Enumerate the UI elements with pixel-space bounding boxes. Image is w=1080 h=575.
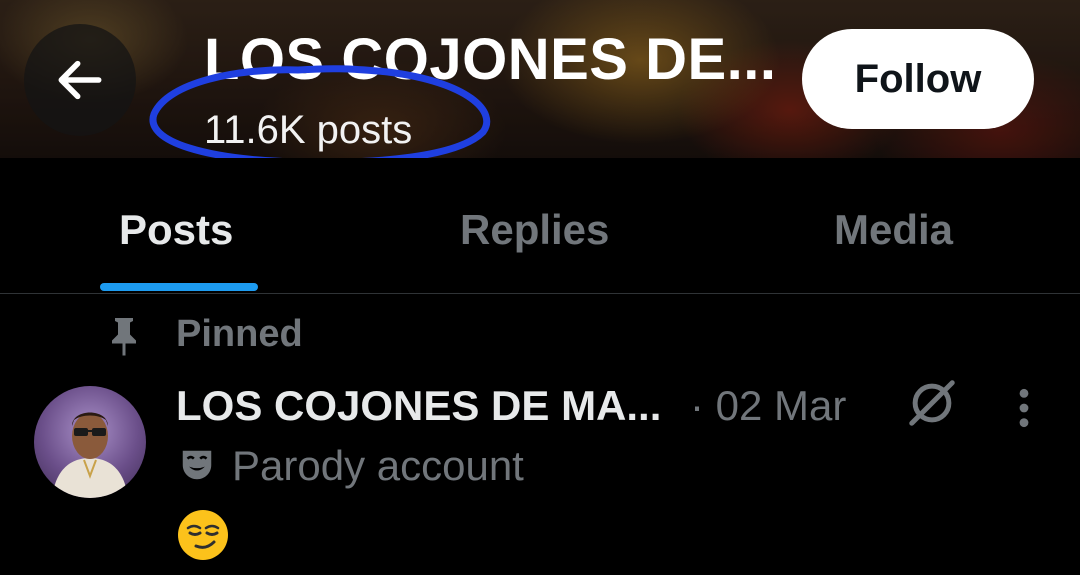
- post-date[interactable]: · 02 Mar: [690, 382, 846, 430]
- pinned-label: Pinned: [176, 313, 303, 355]
- tab-replies[interactable]: Replies: [460, 206, 609, 254]
- post-author-name[interactable]: LOS COJONES DE MA...: [176, 382, 661, 430]
- theater-mask-icon: [182, 450, 212, 480]
- hand-drawn-circle-annotation: [149, 65, 491, 158]
- profile-tabs: Posts Replies Media: [0, 158, 1080, 294]
- back-button[interactable]: [24, 24, 136, 136]
- avatar-image: [52, 412, 128, 498]
- active-tab-indicator: [100, 283, 258, 291]
- more-vertical-icon[interactable]: [1010, 386, 1038, 430]
- avatar[interactable]: [34, 386, 146, 498]
- profile-header: LOS COJONES DE... 11.6K posts Follow: [0, 0, 1080, 158]
- arrow-left-icon: [58, 60, 102, 100]
- smirk-emoji-icon: [178, 510, 228, 560]
- pin-icon: [112, 318, 136, 356]
- no-circle-icon[interactable]: [905, 376, 959, 430]
- tab-media[interactable]: Media: [834, 206, 953, 254]
- tab-posts[interactable]: Posts: [119, 206, 233, 254]
- parody-account-label: Parody account: [232, 442, 524, 489]
- follow-button[interactable]: Follow: [802, 29, 1034, 129]
